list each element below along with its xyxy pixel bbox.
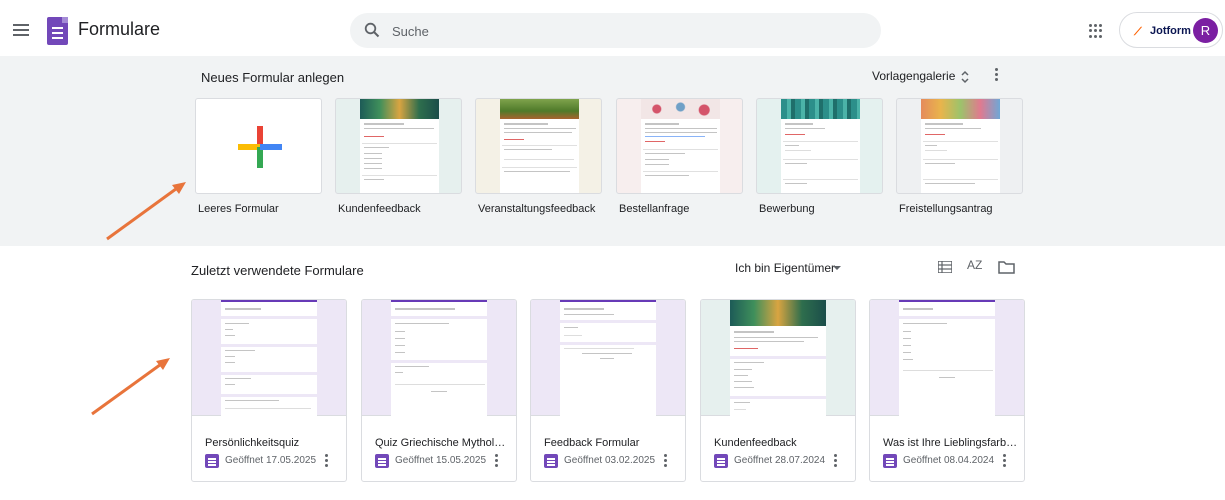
recent-form-card[interactable]: Quiz Griechische Mythol… Geöffnet 15.05.…: [361, 299, 517, 482]
forms-file-icon: [714, 454, 728, 468]
template-order-request[interactable]: Bestellanfrage: [616, 98, 743, 215]
template-leave-request[interactable]: Freistellungsantrag: [896, 98, 1023, 215]
main-menu-icon[interactable]: [13, 24, 29, 36]
template-thumbnail[interactable]: [475, 98, 602, 194]
template-thumbnail[interactable]: [616, 98, 743, 194]
jotform-account-button[interactable]: ⟋ Jotform R: [1119, 12, 1223, 48]
more-options-icon[interactable]: [495, 454, 499, 468]
templates-heading: Neues Formular anlegen: [201, 70, 345, 85]
more-options-icon[interactable]: [834, 454, 838, 468]
form-title: Kundenfeedback: [714, 437, 797, 449]
folder-icon[interactable]: [998, 260, 1015, 274]
form-thumbnail[interactable]: [362, 300, 516, 416]
template-label: Kundenfeedback: [338, 203, 421, 215]
jotform-logo-icon: ⟋: [1134, 26, 1142, 38]
search-input[interactable]: [392, 21, 862, 41]
template-thumbnail[interactable]: [896, 98, 1023, 194]
last-opened-date: Geöffnet 15.05.2025: [395, 455, 487, 466]
template-thumbnail[interactable]: [335, 98, 462, 194]
form-title: Was ist Ihre Lieblingsfarbe?: [883, 437, 1018, 449]
annotation-arrow-icon: [91, 358, 170, 416]
template-label: Freistellungsantrag: [899, 203, 993, 215]
search-bar[interactable]: [350, 13, 881, 48]
list-view-icon[interactable]: [938, 261, 952, 273]
more-options-icon[interactable]: [664, 454, 668, 468]
more-options-icon[interactable]: [325, 454, 329, 468]
last-opened-date: Geöffnet 03.02.2025: [564, 455, 656, 466]
unfold-icon[interactable]: [960, 68, 970, 86]
last-opened-date: Geöffnet 17.05.2025: [225, 455, 317, 466]
template-label: Veranstaltungsfeedback: [478, 203, 596, 215]
app-title[interactable]: Formulare: [78, 19, 160, 40]
more-options-icon[interactable]: [1003, 454, 1007, 468]
recent-form-card[interactable]: Was ist Ihre Lieblingsfarbe? Geöffnet 08…: [869, 299, 1025, 482]
template-more-icon[interactable]: [995, 68, 1005, 86]
last-opened-date: Geöffnet 28.07.2024: [734, 455, 826, 466]
recent-form-card[interactable]: Feedback Formular Geöffnet 03.02.2025: [530, 299, 686, 482]
last-opened-date: Geöffnet 08.04.2024: [903, 455, 995, 466]
form-thumbnail[interactable]: [192, 300, 346, 416]
template-label: Bestellanfrage: [619, 203, 690, 215]
forms-logo-icon[interactable]: [47, 17, 68, 45]
form-title: Quiz Griechische Mythol…: [375, 437, 506, 449]
form-thumbnail[interactable]: [531, 300, 685, 416]
avatar[interactable]: R: [1193, 18, 1218, 43]
google-apps-icon[interactable]: [1089, 24, 1103, 38]
template-gallery-button[interactable]: Vorlagengalerie: [872, 69, 955, 83]
template-blank[interactable]: Leeres Formular: [195, 98, 322, 215]
sort-az-icon[interactable]: AZ: [967, 258, 982, 272]
template-label: Bewerbung: [759, 203, 815, 215]
forms-file-icon: [375, 454, 389, 468]
annotation-arrow-icon: [106, 182, 186, 241]
template-thumbnail[interactable]: [756, 98, 883, 194]
recent-form-card[interactable]: Persönlichkeitsquiz Geöffnet 17.05.2025: [191, 299, 347, 482]
jotform-label: Jotform: [1150, 25, 1191, 37]
recent-form-card[interactable]: Kundenfeedback Geöffnet 28.07.2024: [700, 299, 856, 482]
forms-file-icon: [544, 454, 558, 468]
plus-icon: [238, 126, 282, 168]
blank-template-thumbnail[interactable]: [195, 98, 322, 194]
form-thumbnail[interactable]: [701, 300, 855, 416]
template-event-feedback[interactable]: Veranstaltungsfeedback: [475, 98, 602, 215]
template-customer-feedback[interactable]: Kundenfeedback: [335, 98, 462, 215]
form-thumbnail[interactable]: [870, 300, 1024, 416]
template-job-application[interactable]: Bewerbung: [756, 98, 883, 215]
search-icon[interactable]: [364, 22, 380, 38]
template-label: Leeres Formular: [198, 203, 279, 215]
forms-file-icon: [205, 454, 219, 468]
recent-forms-heading: Zuletzt verwendete Formulare: [191, 263, 364, 278]
forms-file-icon: [883, 454, 897, 468]
form-title: Persönlichkeitsquiz: [205, 437, 300, 449]
top-bar: Formulare ⟋ Jotform R: [0, 0, 1225, 56]
dropdown-caret-icon[interactable]: [833, 266, 841, 270]
form-title: Feedback Formular: [544, 437, 640, 449]
owner-filter-dropdown[interactable]: Ich bin Eigentümer: [735, 261, 835, 275]
